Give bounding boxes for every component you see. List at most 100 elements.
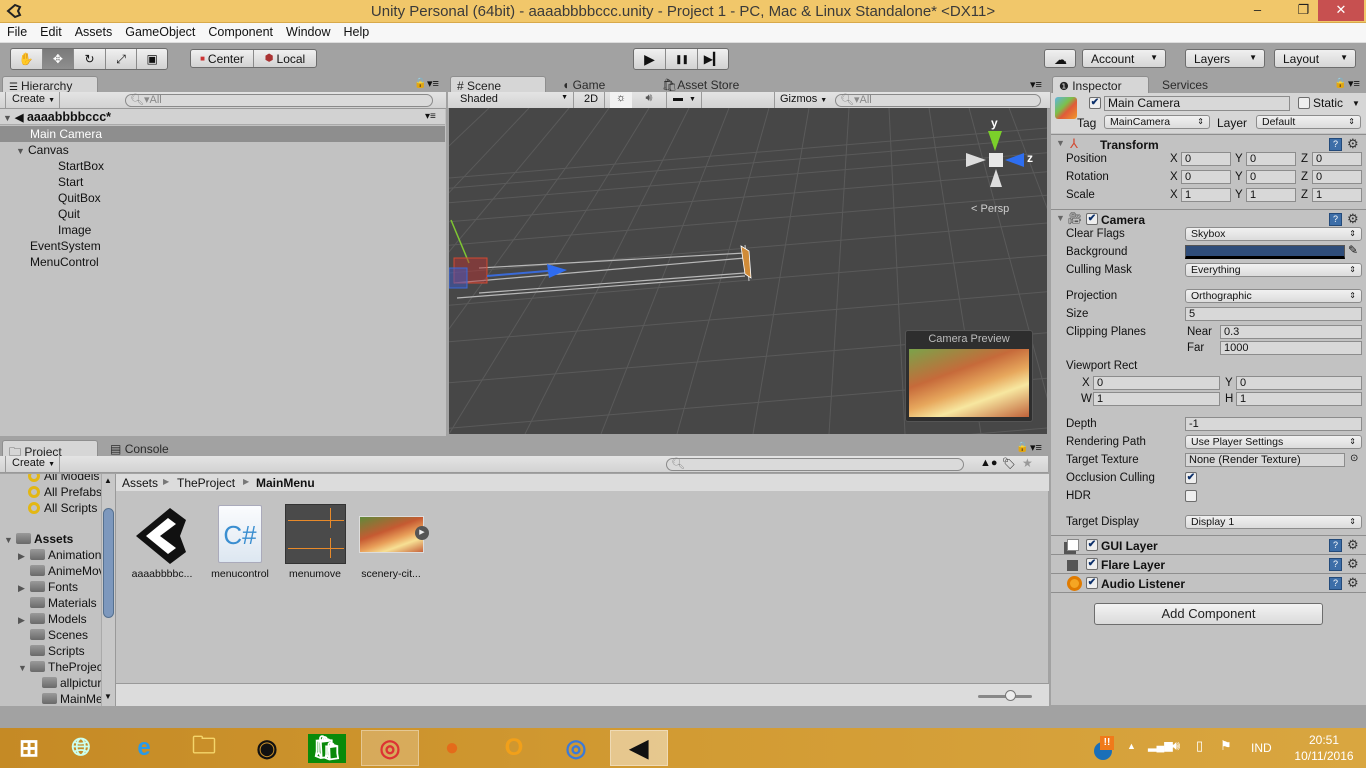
hierarchy-item[interactable]: Quit [0, 206, 445, 222]
collapse-arrow-icon[interactable]: ▶ [18, 580, 30, 596]
breadcrumb-mainmenu[interactable]: MainMenu [256, 476, 315, 490]
background-color-swatch[interactable] [1185, 245, 1345, 259]
panel-menu-icon[interactable]: ▾≡ [1348, 77, 1360, 90]
audio-toggle[interactable]: 🔊︎ [638, 92, 660, 108]
favorite-search-item[interactable]: All Prefabs [28, 484, 102, 500]
flare-layer-header[interactable]: ✔ Flare Layer ? ⚙ [1051, 554, 1366, 573]
lock-icon[interactable]: 🔒 [1334, 78, 1346, 89]
minimize-button[interactable]: – [1244, 0, 1271, 21]
hdr-checkbox[interactable] [1185, 490, 1197, 502]
gear-icon[interactable]: ⚙ [1347, 575, 1359, 591]
close-button[interactable]: ✕ [1318, 0, 1364, 21]
menu-gameobject[interactable]: GameObject [118, 23, 201, 39]
far-clip-input[interactable]: 1000 [1220, 341, 1362, 355]
menu-edit[interactable]: Edit [33, 23, 68, 39]
gear-icon[interactable]: ⚙ [1347, 537, 1359, 553]
chrome-icon[interactable]: ◎ [361, 730, 419, 766]
tab-game[interactable]: ◖ Game [556, 76, 646, 93]
folder-item[interactable]: ▶ Animation [18, 547, 101, 563]
gui-layer-checkbox[interactable]: ✔ [1086, 539, 1098, 551]
hierarchy-item[interactable]: MenuControl [0, 254, 445, 270]
globe-app-icon[interactable]: 🌐︎ [52, 730, 110, 766]
scroll-up-icon[interactable]: ▲ [104, 476, 112, 485]
orientation-gizmo[interactable]: y z [964, 116, 1034, 197]
hierarchy-item[interactable]: ▼ Canvas [0, 142, 445, 158]
network-signal-icon[interactable]: ▂▄▆ [1148, 739, 1173, 752]
lock-icon[interactable]: 🔒 [414, 78, 426, 89]
folder-item[interactable]: Scenes [18, 627, 88, 643]
position-y-input[interactable]: 0 [1246, 152, 1296, 166]
camera-enabled-checkbox[interactable]: ✔ [1086, 213, 1098, 225]
asset-scene-file[interactable]: aaaabbbbc... [122, 502, 202, 580]
scene-root-row[interactable]: ▼ ◀ aaaabbbbccc* ▾≡ [0, 109, 445, 125]
fold-arrow-icon[interactable]: ▼ [1056, 213, 1065, 223]
rendering-path-dropdown[interactable]: Use Player Settings ⇕ [1185, 435, 1362, 449]
collapse-arrow-icon[interactable]: ▶ [18, 548, 30, 564]
rotate-tool-button[interactable]: ↻ [74, 49, 106, 69]
hierarchy-item[interactable]: Image [0, 222, 445, 238]
eyedropper-icon[interactable]: ✎ [1348, 243, 1358, 257]
gear-icon[interactable]: ⚙ [1347, 136, 1359, 152]
panel-menu-icon[interactable]: ▾≡ [1030, 441, 1042, 454]
shading-mode-dropdown[interactable]: Shaded ▼ [452, 92, 574, 108]
audio-listener-checkbox[interactable]: ✔ [1086, 577, 1098, 589]
show-hidden-icons-button[interactable]: ▲ [1127, 741, 1136, 751]
menu-component[interactable]: Component [201, 23, 279, 39]
effects-dropdown[interactable]: ▬ ▼ [666, 92, 702, 108]
folder-item[interactable]: Materials [18, 595, 97, 611]
size-input[interactable]: 5 [1185, 307, 1362, 321]
asset-script-file[interactable]: C# menucontrol [200, 502, 280, 580]
step-button[interactable]: ▶▎ [698, 49, 728, 69]
rotation-y-input[interactable]: 0 [1246, 170, 1296, 184]
flare-layer-checkbox[interactable]: ✔ [1086, 558, 1098, 570]
asset-animation-file[interactable]: menumove [275, 502, 355, 580]
tab-console[interactable]: ▤ Console [104, 440, 194, 457]
scene-menu-icon[interactable]: ▾≡ [425, 109, 436, 125]
expand-arrow-icon[interactable]: ▼ [3, 110, 15, 126]
pivot-local-button[interactable]: ⬢ Local [254, 50, 316, 67]
menu-window[interactable]: Window [279, 23, 336, 39]
tree-scrollbar[interactable]: ▲ ▼ [101, 474, 115, 706]
target-display-dropdown[interactable]: Display 1 ⇕ [1185, 515, 1362, 529]
scene-viewport[interactable]: y z < Persp Camera Preview [449, 108, 1047, 434]
tab-project[interactable]: 🗀 Project [2, 440, 98, 459]
tag-dropdown[interactable]: MainCamera ⇕ [1104, 115, 1210, 129]
active-checkbox[interactable]: ✔ [1089, 97, 1101, 109]
chromium-icon[interactable]: ◎ [547, 730, 605, 766]
folder-item[interactable]: AnimeMove [18, 563, 111, 579]
near-clip-input[interactable]: 0.3 [1220, 325, 1362, 339]
transform-header[interactable]: ▼ ⅄ Transform ? ⚙ [1051, 134, 1366, 153]
layers-dropdown[interactable]: Layers ▼ [1185, 49, 1265, 68]
expand-arrow-icon[interactable]: ▼ [4, 532, 16, 548]
layout-dropdown[interactable]: Layout ▼ [1274, 49, 1356, 68]
expand-arrow-icon[interactable]: ▼ [18, 660, 30, 676]
object-picker-icon[interactable]: ⊙ [1350, 453, 1358, 464]
rotation-z-input[interactable]: 0 [1312, 170, 1362, 184]
camera-header[interactable]: ▼ 🎥︎ ✔ Camera ? ⚙ [1051, 209, 1366, 228]
target-texture-field[interactable]: None (Render Texture) [1185, 453, 1345, 467]
viewport-y-input[interactable]: 0 [1236, 376, 1362, 390]
favorite-search-item[interactable]: All Models [28, 474, 99, 484]
layer-dropdown[interactable]: Default ⇕ [1256, 115, 1361, 129]
object-name-input[interactable]: Main Camera [1104, 96, 1290, 111]
folder-item[interactable]: Scripts [18, 643, 85, 659]
rect-tool-button[interactable]: ▣ [137, 49, 167, 69]
pause-button[interactable]: ❚❚ [666, 49, 698, 69]
icon-size-slider-knob[interactable] [1005, 690, 1017, 701]
breadcrumb-assets[interactable]: Assets [122, 476, 158, 490]
unity-app-icon[interactable]: ◀ [610, 730, 668, 766]
clear-flags-dropdown[interactable]: Skybox ⇕ [1185, 227, 1362, 241]
gear-icon[interactable]: ⚙ [1347, 556, 1359, 572]
hierarchy-item[interactable]: Start [0, 174, 445, 190]
fold-arrow-icon[interactable]: ▼ [1056, 138, 1065, 148]
hand-tool-button[interactable]: ✋ [11, 49, 43, 69]
expand-arrow-icon[interactable]: ▼ [16, 143, 28, 159]
panel-menu-icon[interactable]: ▾≡ [427, 77, 439, 90]
asset-texture-file[interactable]: ▶ scenery-cit... [351, 502, 431, 580]
position-z-input[interactable]: 0 [1312, 152, 1362, 166]
projection-dropdown[interactable]: Orthographic ⇕ [1185, 289, 1362, 303]
notification-alert-icon[interactable]: !! [1094, 736, 1118, 760]
tab-inspector[interactable]: ❶ Inspector [1052, 76, 1149, 93]
scale-x-input[interactable]: 1 [1181, 188, 1231, 202]
menu-assets[interactable]: Assets [68, 23, 119, 39]
